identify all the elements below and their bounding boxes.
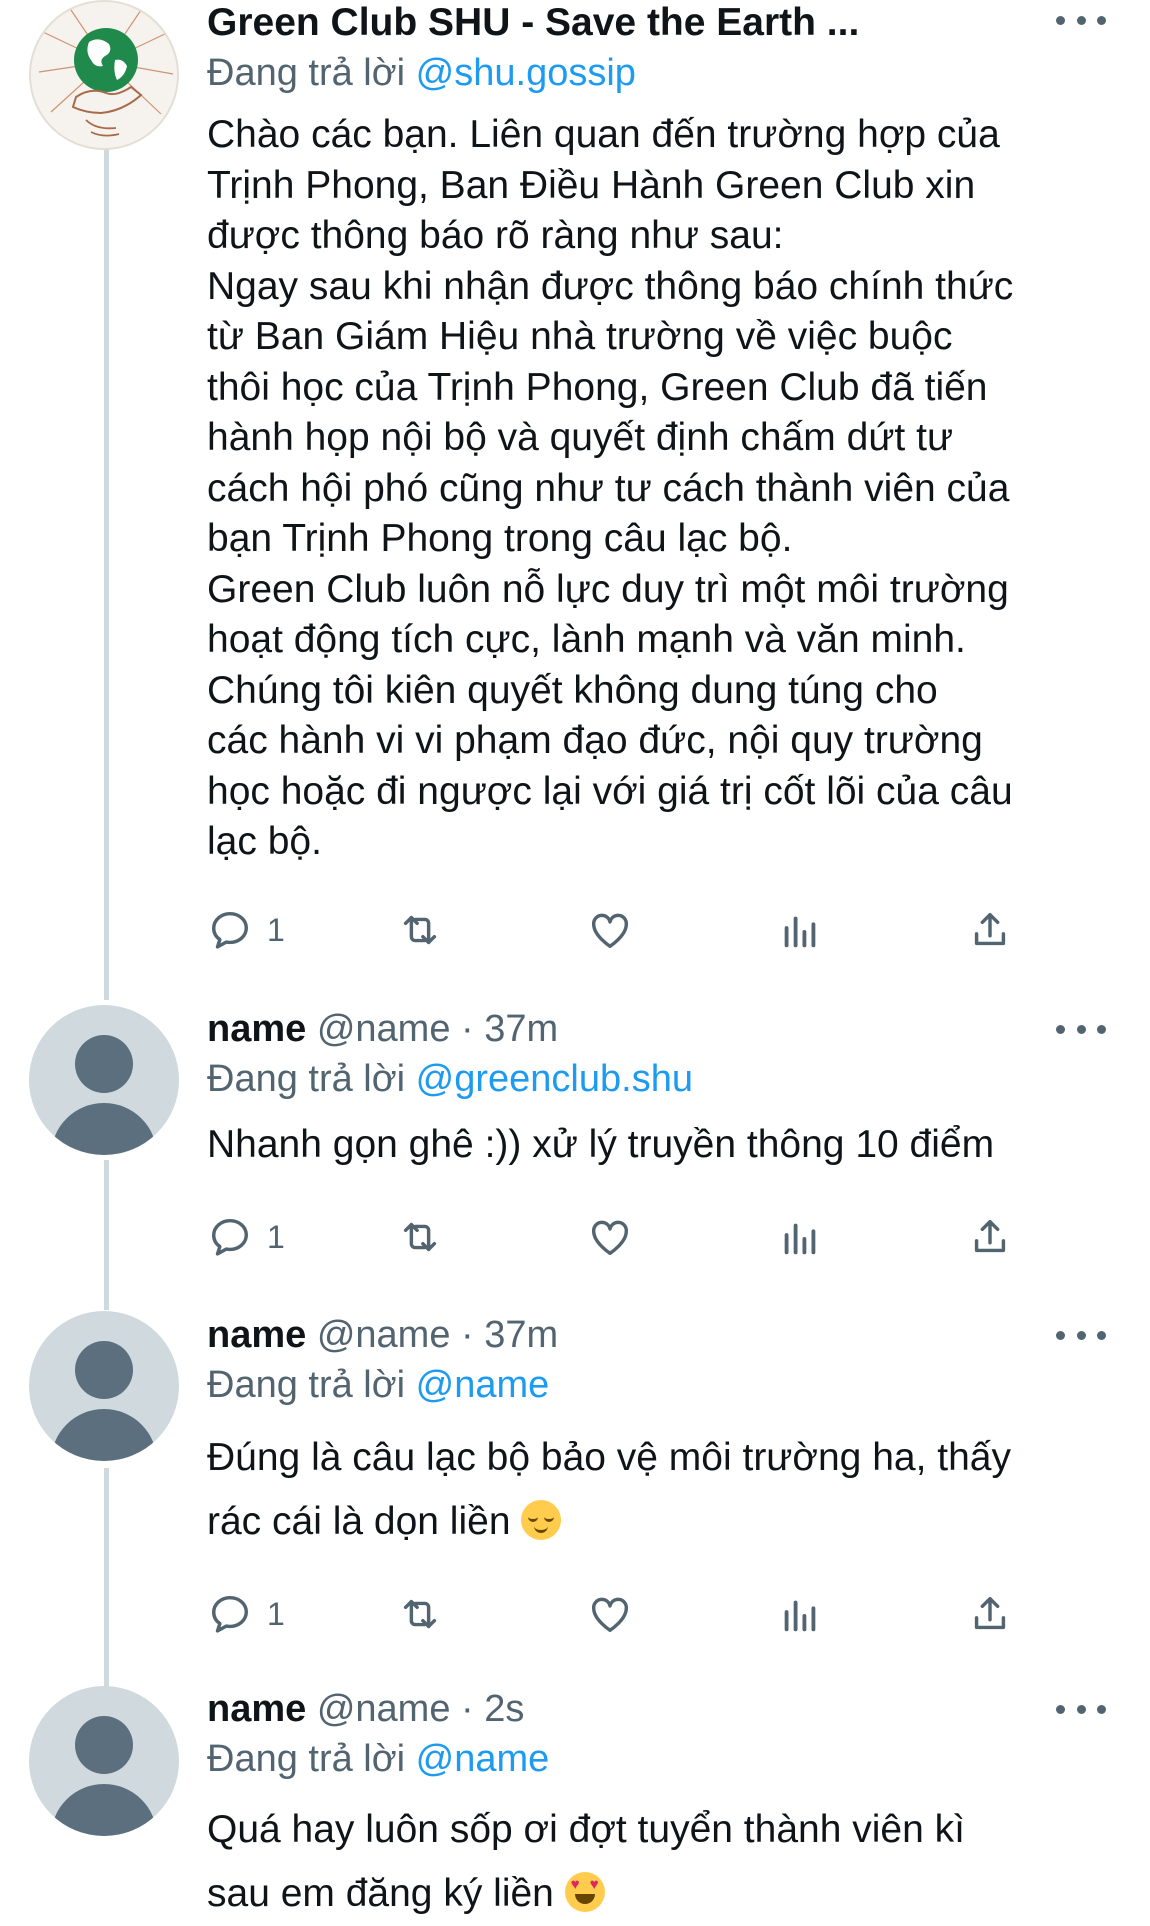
display-name[interactable]: Green Club SHU - Save the Earth ... <box>207 1 859 44</box>
retweet-icon <box>403 1599 437 1629</box>
views-button[interactable] <box>777 1207 823 1267</box>
share-icon <box>974 1596 1006 1630</box>
reply-count: 1 <box>267 1218 285 1255</box>
thread-line <box>104 1160 109 1310</box>
timestamp[interactable]: 37m <box>484 1008 558 1050</box>
mention-link[interactable]: @name <box>416 1738 550 1780</box>
retweet-button[interactable] <box>397 1207 443 1267</box>
like-button[interactable] <box>587 1584 633 1644</box>
separator-dot: · <box>461 1008 474 1050</box>
reply-prefix: Đang trả lời <box>207 52 416 94</box>
views-icon <box>784 1223 816 1255</box>
share-button[interactable] <box>967 900 1013 960</box>
reply-prefix: Đang trả lời <box>207 1364 416 1406</box>
handle[interactable]: @name <box>317 1314 451 1356</box>
default-avatar-icon <box>75 1341 133 1399</box>
separator-dot: · <box>461 1688 474 1730</box>
like-icon <box>591 1597 629 1633</box>
tweet-text: Chào các bạn. Liên quan đến trường hợp c… <box>207 113 1014 863</box>
display-name[interactable]: name <box>207 1008 306 1050</box>
reply-prefix: Đang trả lời <box>207 1058 416 1100</box>
share-icon <box>974 1219 1006 1253</box>
reply-context: Đang trả lời @greenclub.shu <box>207 1056 1110 1102</box>
reply-prefix: Đang trả lời <box>207 1738 416 1780</box>
like-icon <box>591 913 629 949</box>
like-icon <box>591 1220 629 1256</box>
like-button[interactable] <box>587 900 633 960</box>
views-icon <box>784 1600 816 1632</box>
separator-dot: · <box>461 1314 474 1356</box>
handle[interactable]: @name <box>317 1688 451 1730</box>
thread-line <box>104 130 109 1000</box>
tweet-header: name @name · 2s <box>207 1686 1110 1732</box>
default-avatar-icon <box>75 1035 133 1093</box>
like-button[interactable] <box>587 1207 633 1267</box>
views-button[interactable] <box>777 1584 823 1644</box>
retweet-icon <box>403 915 437 945</box>
reply-button[interactable]: 1 <box>207 1584 285 1644</box>
tweet-header: Green Club SHU - Save the Earth ... <box>207 0 1110 46</box>
action-bar: 1 <box>207 1584 1037 1644</box>
heart-eyes-face-icon <box>564 1872 605 1912</box>
tweet-header: name @name · 37m <box>207 1312 1110 1358</box>
handle[interactable]: @name <box>317 1008 451 1050</box>
reply-icon <box>211 911 249 949</box>
avatar[interactable] <box>29 1005 179 1155</box>
share-button[interactable] <box>967 1584 1013 1644</box>
action-bar: 1 <box>207 1207 1037 1267</box>
views-button[interactable] <box>777 900 823 960</box>
display-name[interactable]: name <box>207 1688 306 1730</box>
display-name[interactable]: name <box>207 1314 306 1356</box>
reply-context: Đang trả lời @name <box>207 1736 1110 1782</box>
timestamp[interactable]: 2s <box>484 1688 524 1730</box>
reply-button[interactable]: 1 <box>207 900 285 960</box>
share-icon <box>974 912 1006 946</box>
retweet-icon <box>403 1222 437 1252</box>
reply-icon <box>211 1218 249 1256</box>
thread-line <box>104 1468 109 1688</box>
tweet-text: Nhanh gọn ghê :)) xử lý truyền thông 10 … <box>207 1123 995 1166</box>
mention-link[interactable]: @shu.gossip <box>416 52 636 94</box>
views-icon <box>784 916 816 948</box>
action-bar: 1 <box>207 900 1037 960</box>
avatar[interactable] <box>29 0 179 150</box>
reply-count: 1 <box>267 911 285 948</box>
tweet-text: Quá hay luôn sốp ơi đợt tuyển thành viên… <box>207 1798 1110 1926</box>
globe-in-hand-logo-icon <box>38 9 174 137</box>
reply-context: Đang trả lời @name <box>207 1362 1110 1408</box>
retweet-button[interactable] <box>397 900 443 960</box>
mention-link[interactable]: @greenclub.shu <box>416 1058 693 1100</box>
relieved-face-icon <box>521 1500 562 1540</box>
tweet-header: name @name · 37m <box>207 1006 1110 1052</box>
mention-link[interactable]: @name <box>416 1364 550 1406</box>
share-button[interactable] <box>967 1207 1013 1267</box>
reply-count: 1 <box>267 1595 285 1632</box>
reply-icon <box>211 1595 249 1633</box>
tweet-text: Đúng là câu lạc bộ bảo vệ môi trường ha,… <box>207 1426 1110 1554</box>
tweet-text-content: Đúng là câu lạc bộ bảo vệ môi trường ha,… <box>207 1436 1011 1543</box>
reply-context: Đang trả lời @shu.gossip <box>207 50 1110 96</box>
reply-button[interactable]: 1 <box>207 1207 285 1267</box>
timestamp[interactable]: 37m <box>484 1314 558 1356</box>
avatar[interactable] <box>29 1686 179 1836</box>
retweet-button[interactable] <box>397 1584 443 1644</box>
avatar[interactable] <box>29 1311 179 1461</box>
default-avatar-icon <box>75 1716 133 1774</box>
